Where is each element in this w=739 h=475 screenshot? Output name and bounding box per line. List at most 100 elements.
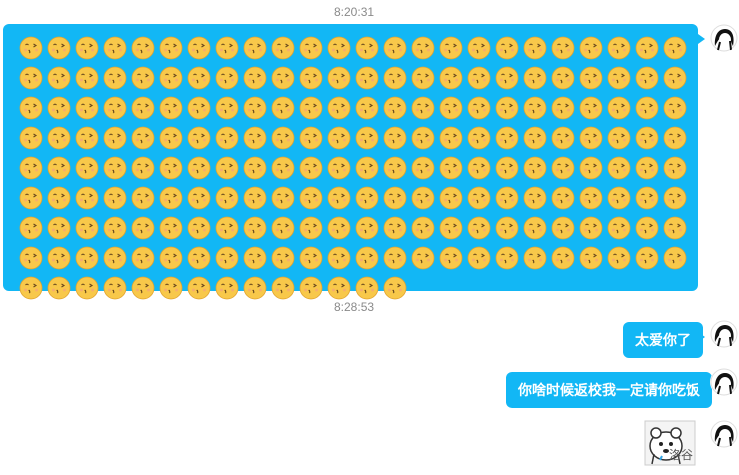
kissing-face-emoji (551, 216, 575, 240)
avatar[interactable] (710, 368, 738, 396)
kissing-face-emoji (663, 36, 687, 60)
kissing-face-emoji (663, 216, 687, 240)
kissing-face-emoji (607, 36, 631, 60)
kissing-face-emoji (327, 276, 351, 300)
kissing-face-emoji (439, 36, 463, 60)
kissing-face-emoji (187, 66, 211, 90)
kissing-face-emoji (131, 276, 155, 300)
kissing-face-emoji (495, 66, 519, 90)
kissing-face-emoji (215, 216, 239, 240)
kissing-face-emoji (523, 36, 547, 60)
kissing-face-emoji (271, 246, 295, 270)
kissing-face-emoji (355, 66, 379, 90)
kissing-face-emoji (327, 216, 351, 240)
kissing-face-emoji (243, 126, 267, 150)
kissing-face-emoji (187, 186, 211, 210)
kissing-face-emoji (579, 36, 603, 60)
kissing-face-emoji (607, 246, 631, 270)
kissing-face-emoji (635, 36, 659, 60)
kissing-face-emoji (411, 36, 435, 60)
message-bubble[interactable]: 太爱你了 (623, 322, 703, 358)
message-text: 你啥时候返校我一定请你吃饭 (518, 382, 700, 398)
bubble-tail (698, 34, 705, 44)
avatar-icon (710, 24, 738, 52)
kissing-face-emoji (243, 66, 267, 90)
kissing-face-emoji (187, 156, 211, 180)
kissing-face-emoji (215, 66, 239, 90)
kissing-face-emoji (159, 126, 183, 150)
kissing-face-emoji (75, 96, 99, 120)
kissing-face-emoji (271, 96, 295, 120)
kissing-face-emoji (411, 216, 435, 240)
kissing-face-emoji (383, 276, 407, 300)
kissing-face-emoji (495, 186, 519, 210)
kissing-face-emoji (579, 126, 603, 150)
kissing-face-emoji (439, 66, 463, 90)
kissing-face-emoji (75, 36, 99, 60)
kissing-face-emoji (19, 126, 43, 150)
kissing-face-emoji (467, 96, 491, 120)
kissing-face-emoji (159, 246, 183, 270)
kissing-face-emoji (579, 216, 603, 240)
kissing-face-emoji (411, 186, 435, 210)
kissing-face-emoji (495, 96, 519, 120)
kissing-face-emoji (523, 246, 547, 270)
avatar[interactable] (710, 420, 738, 448)
kissing-face-emoji (215, 36, 239, 60)
kissing-face-emoji (299, 216, 323, 240)
timestamp: 8:28:53 (334, 300, 375, 314)
kissing-face-emoji (551, 66, 575, 90)
message-bubble-emoji[interactable] (3, 24, 698, 300)
kissing-face-emoji (47, 216, 71, 240)
kissing-face-emoji (159, 156, 183, 180)
kissing-face-emoji (271, 126, 295, 150)
kissing-face-emoji (131, 246, 155, 270)
kissing-face-emoji (383, 246, 407, 270)
kissing-face-emoji (159, 216, 183, 240)
kissing-face-emoji (579, 156, 603, 180)
kissing-face-emoji (271, 276, 295, 300)
kissing-face-emoji (495, 246, 519, 270)
kissing-face-emoji (635, 66, 659, 90)
kissing-face-emoji (327, 126, 351, 150)
kissing-face-emoji (467, 156, 491, 180)
kissing-face-emoji (75, 216, 99, 240)
kissing-face-emoji (355, 216, 379, 240)
kissing-face-emoji (187, 36, 211, 60)
message-bubble[interactable]: 你啥时候返校我一定请你吃饭 (506, 372, 712, 408)
kissing-face-emoji (467, 36, 491, 60)
kissing-face-emoji (327, 246, 351, 270)
kissing-face-emoji (103, 36, 127, 60)
kissing-face-emoji (103, 276, 127, 300)
kissing-face-emoji (47, 66, 71, 90)
kissing-face-emoji (243, 276, 267, 300)
kissing-face-emoji (439, 156, 463, 180)
kissing-face-emoji (663, 186, 687, 210)
kissing-face-emoji (439, 96, 463, 120)
kissing-face-emoji (243, 156, 267, 180)
kissing-face-emoji (467, 186, 491, 210)
kissing-face-emoji (663, 96, 687, 120)
kissing-face-emoji (355, 186, 379, 210)
kissing-face-emoji (327, 36, 351, 60)
kissing-face-emoji (663, 156, 687, 180)
kissing-face-emoji (355, 36, 379, 60)
kissing-face-emoji (523, 96, 547, 120)
kissing-face-emoji (551, 96, 575, 120)
kissing-face-emoji (47, 96, 71, 120)
kissing-face-emoji (187, 246, 211, 270)
avatar[interactable] (710, 24, 738, 52)
kissing-face-emoji (187, 96, 211, 120)
kissing-face-emoji (271, 156, 295, 180)
avatar-icon (710, 420, 738, 448)
avatar[interactable] (710, 320, 738, 348)
timestamp: 8:20:31 (334, 5, 375, 19)
kissing-face-emoji (635, 156, 659, 180)
kissing-face-emoji (47, 246, 71, 270)
kissing-face-emoji (19, 246, 43, 270)
kissing-face-emoji (243, 36, 267, 60)
kissing-face-emoji (327, 96, 351, 120)
kissing-face-emoji (467, 216, 491, 240)
kissing-face-emoji (243, 186, 267, 210)
kissing-face-emoji (47, 36, 71, 60)
